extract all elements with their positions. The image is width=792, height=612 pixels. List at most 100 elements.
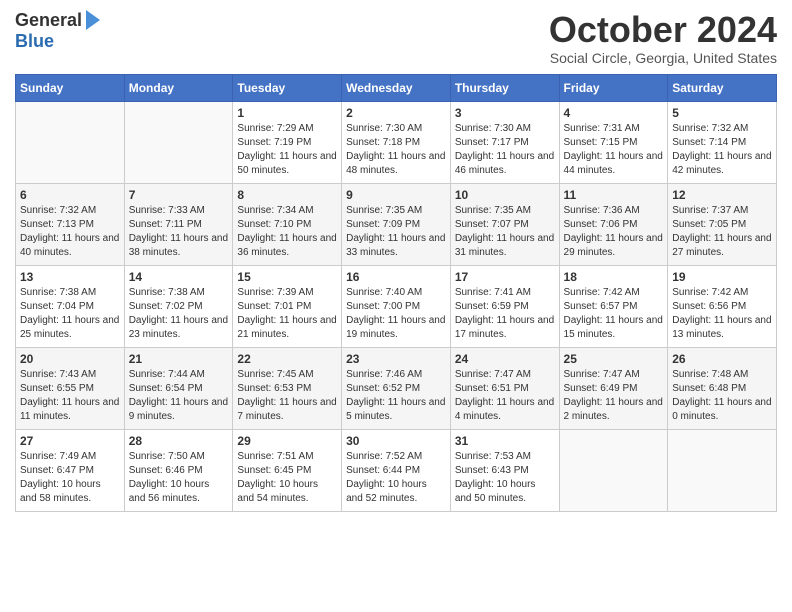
sunset-text: Sunset: 6:49 PM [564, 383, 638, 394]
sunset-text: Sunset: 7:06 PM [564, 219, 638, 230]
day-number: 27 [20, 434, 120, 448]
sunset-text: Sunset: 6:43 PM [455, 465, 529, 476]
day-cell: 29Sunrise: 7:51 AMSunset: 6:45 PMDayligh… [233, 429, 342, 511]
cell-content: Sunrise: 7:35 AMSunset: 7:09 PMDaylight:… [346, 204, 446, 260]
sunset-text: Sunset: 6:55 PM [20, 383, 94, 394]
cell-content: Sunrise: 7:53 AM Sunset: 6:43 PM Daylight:… [455, 450, 555, 506]
day-number: 10 [455, 188, 555, 202]
day-cell: 11Sunrise: 7:36 AMSunset: 7:06 PMDayligh… [559, 183, 668, 265]
sunset-text: Sunset: 6:48 PM [672, 383, 746, 394]
sunrise-text: Sunrise: 7:41 AM [455, 287, 531, 298]
cell-content: Sunrise: 7:38 AMSunset: 7:02 PMDaylight:… [129, 286, 229, 342]
weekday-header-sunday: Sunday [16, 74, 125, 101]
weekday-header-thursday: Thursday [450, 74, 559, 101]
daylight-text: Daylight: 11 hours and 0 minutes. [672, 397, 771, 422]
daylight-text: Daylight: 11 hours and 33 minutes. [346, 233, 445, 258]
sunset-text: Sunset: 7:09 PM [346, 219, 420, 230]
cell-content: Sunrise: 7:31 AMSunset: 7:15 PMDaylight:… [564, 122, 664, 178]
sunset-text: Sunset: 6:52 PM [346, 383, 420, 394]
week-row-5: 27Sunrise: 7:49 AMSunset: 6:47 PMDayligh… [16, 429, 777, 511]
day-number: 18 [564, 270, 664, 284]
sunset-text: Sunset: 7:04 PM [20, 301, 94, 312]
cell-content: Sunrise: 7:46 AM Sunset: 6:52 PM Daylight:… [346, 368, 446, 424]
sunrise-text: Sunrise: 7:53 AM [455, 451, 531, 462]
day-cell: 19Sunrise: 7:42 AMSunset: 6:56 PMDayligh… [668, 265, 777, 347]
cell-content: Sunrise: 7:43 AM Sunset: 6:55 PM Daylight:… [20, 368, 120, 424]
day-number: 25 [564, 352, 664, 366]
day-number: 11 [564, 188, 664, 202]
day-cell [668, 429, 777, 511]
cell-content: Sunrise: 7:44 AMSunset: 6:54 PMDaylight:… [129, 368, 229, 424]
weekday-header-monday: Monday [124, 74, 233, 101]
day-cell: 12Sunrise: 7:37 AMSunset: 7:05 PMDayligh… [668, 183, 777, 265]
calendar-table: SundayMondayTuesdayWednesdayThursdayFrid… [15, 74, 777, 512]
sunset-text: Sunset: 7:05 PM [672, 219, 746, 230]
sunset-text: Sunset: 6:44 PM [346, 465, 420, 476]
logo: General Blue [15, 10, 100, 52]
day-number: 13 [20, 270, 120, 284]
day-cell: 10 Sunrise: 7:35 AMSunset: 7:07 PMDayligh… [450, 183, 559, 265]
weekday-header-saturday: Saturday [668, 74, 777, 101]
sunset-text: Sunset: 6:59 PM [455, 301, 529, 312]
daylight-text: Daylight: 10 hours and 56 minutes. [129, 479, 210, 504]
cell-content: Sunrise: 7:51 AMSunset: 6:45 PMDaylight:… [237, 450, 337, 506]
sunset-text: Sunset: 7:11 PM [129, 219, 202, 230]
daylight-text: Daylight: 11 hours and 11 minutes. [20, 397, 119, 422]
daylight-text: Daylight: 10 hours and 50 minutes. [455, 479, 536, 504]
cell-content: Sunrise: 7:33 AMSunset: 7:11 PMDaylight:… [129, 204, 229, 260]
daylight-text: Daylight: 11 hours and 46 minutes. [455, 151, 554, 176]
day-cell: 3Sunrise: 7:30 AMSunset: 7:17 PMDaylight… [450, 101, 559, 183]
month-title: October 2024 [549, 10, 777, 50]
sunset-text: Sunset: 7:17 PM [455, 137, 529, 148]
sunrise-text: Sunrise: 7:43 AM [20, 369, 96, 380]
sunrise-text: Sunrise: 7:47 AM [564, 369, 640, 380]
day-number: 16 [346, 270, 446, 284]
day-cell: 7Sunrise: 7:33 AMSunset: 7:11 PMDaylight… [124, 183, 233, 265]
cell-content: Sunrise: 7:34 AMSunset: 7:10 PMDaylight:… [237, 204, 337, 260]
weekday-header-row: SundayMondayTuesdayWednesdayThursdayFrid… [16, 74, 777, 101]
week-row-2: 6Sunrise: 7:32 AMSunset: 7:13 PMDaylight… [16, 183, 777, 265]
daylight-text: Daylight: 11 hours and 7 minutes. [237, 397, 336, 422]
cell-content: Sunrise: 7:40 AMSunset: 7:00 PMDaylight:… [346, 286, 446, 342]
sunrise-text: Sunrise: 7:39 AM [237, 287, 313, 298]
cell-content: Sunrise: 7:42 AMSunset: 6:57 PMDaylight:… [564, 286, 664, 342]
day-cell: 21Sunrise: 7:44 AMSunset: 6:54 PMDayligh… [124, 347, 233, 429]
sunset-text: Sunset: 7:00 PM [346, 301, 420, 312]
cell-content: Sunrise: 7:42 AMSunset: 6:56 PMDaylight:… [672, 286, 772, 342]
sunset-text: Sunset: 7:19 PM [237, 137, 311, 148]
cell-content: Sunrise: 7:35 AMSunset: 7:07 PMDaylight:… [455, 204, 555, 260]
sunset-text: Sunset: 7:07 PM [455, 219, 529, 230]
daylight-text: Daylight: 11 hours and 5 minutes. [346, 397, 445, 422]
day-number: 28 [129, 434, 229, 448]
day-cell [16, 101, 125, 183]
day-cell: 20 Sunrise: 7:43 AM Sunset: 6:55 PM Dayligh… [16, 347, 125, 429]
day-cell: 18 Sunrise: 7:42 AMSunset: 6:57 PMDayligh… [559, 265, 668, 347]
daylight-text: Daylight: 11 hours and 36 minutes. [237, 233, 336, 258]
sunrise-text: Sunrise: 7:38 AM [129, 287, 205, 298]
day-cell [559, 429, 668, 511]
cell-content: Sunrise: 7:41 AM Sunset: 6:59 PM Daylight:… [455, 286, 555, 342]
cell-content: Sunrise: 7:32 AMSunset: 7:13 PMDaylight:… [20, 204, 120, 260]
day-cell: 17Sunrise: 7:41 AMSunset: 6:59 PMDayligh… [450, 265, 559, 347]
day-cell: 25Sunrise: 7:47 AMSunset: 6:49 PMDayligh… [559, 347, 668, 429]
day-number: 4 [564, 106, 664, 120]
daylight-text: Daylight: 11 hours and 44 minutes. [564, 151, 663, 176]
cell-content: Sunrise: 7:38 AMSunset: 7:04 PMDaylight:… [20, 286, 120, 342]
sunrise-text: Sunrise: 7:46 AM [346, 369, 422, 380]
daylight-text: Daylight: 11 hours and 17 minutes. [455, 315, 554, 340]
day-number: 20 [20, 352, 120, 366]
sunrise-text: Sunrise: 7:32 AM [672, 123, 748, 134]
logo-blue-text: Blue [15, 31, 54, 52]
sunrise-text: Sunrise: 7:29 AM [237, 123, 313, 134]
logo-arrow-icon [86, 10, 100, 30]
sunrise-text: Sunrise: 7:37 AM [672, 205, 748, 216]
day-cell: 6Sunrise: 7:32 AMSunset: 7:13 PMDaylight… [16, 183, 125, 265]
day-number: 9 [346, 188, 446, 202]
daylight-text: Daylight: 11 hours and 50 minutes. [237, 151, 336, 176]
day-cell: 2Sunrise: 7:30 AMSunset: 7:18 PMDaylight… [342, 101, 451, 183]
sunset-text: Sunset: 6:54 PM [129, 383, 203, 394]
sunset-text: Sunset: 7:01 PM [237, 301, 311, 312]
daylight-text: Daylight: 11 hours and 21 minutes. [237, 315, 336, 340]
cell-content: Sunrise: 7:47 AMSunset: 6:49 PMDaylight:… [564, 368, 664, 424]
sunrise-text: Sunrise: 7:47 AM [455, 369, 531, 380]
